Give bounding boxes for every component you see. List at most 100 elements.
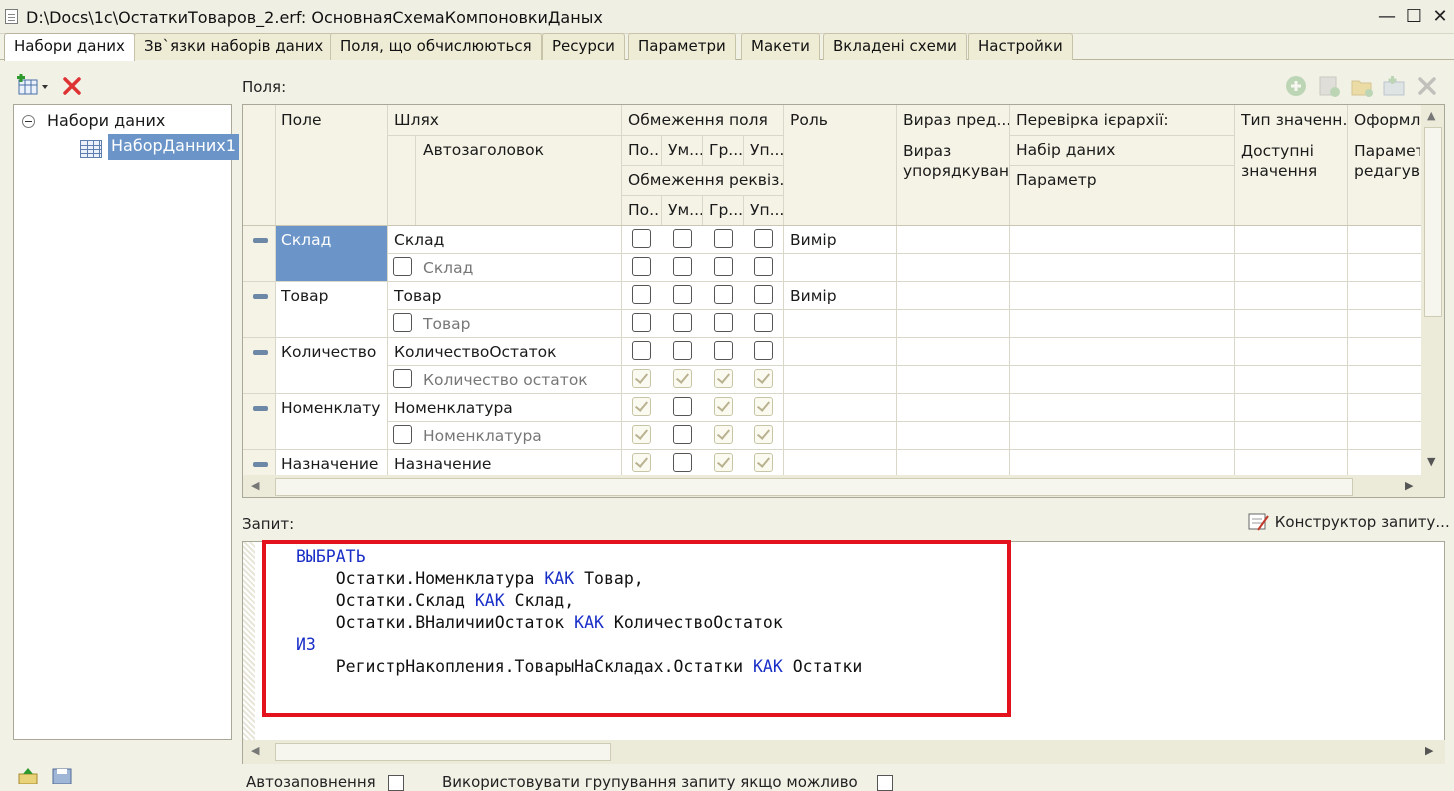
row-role[interactable]: Вимір — [790, 231, 837, 249]
autotitle-checkbox[interactable] — [393, 425, 412, 444]
col-path[interactable]: Шлях — [394, 111, 439, 129]
delete-dataset-button[interactable] — [62, 76, 82, 96]
scroll-right-icon[interactable]: ▶ — [1405, 479, 1413, 492]
restr-checkbox[interactable] — [714, 453, 733, 472]
scroll-left-icon[interactable]: ◀ — [251, 479, 259, 492]
restr-checkbox[interactable] — [754, 285, 773, 304]
col-available-values[interactable]: Доступні значення — [1241, 141, 1341, 181]
attr-restr-checkbox[interactable] — [754, 425, 773, 444]
col-parameter[interactable]: Параметр — [1016, 171, 1097, 189]
row-path[interactable]: Назначение — [394, 455, 491, 473]
col-restr-1[interactable]: По.. — [628, 141, 664, 159]
attr-restr-checkbox[interactable] — [632, 257, 651, 276]
row-field[interactable]: Номенклату — [281, 399, 385, 417]
restr-checkbox[interactable] — [632, 341, 651, 360]
scroll-left-icon[interactable]: ◀ — [251, 744, 259, 757]
col-value-type[interactable]: Тип значенн... — [1241, 111, 1347, 129]
save-icon[interactable] — [52, 768, 72, 785]
attr-restr-checkbox[interactable] — [632, 313, 651, 332]
scroll-up-icon[interactable]: ▲ — [1427, 109, 1435, 122]
use-grouping-checkbox[interactable] — [876, 774, 893, 791]
row-field[interactable]: Склад — [281, 231, 331, 249]
restr-checkbox[interactable] — [714, 285, 733, 304]
autotitle-checkbox[interactable] — [393, 257, 412, 276]
tab-parameters[interactable]: Параметри — [628, 33, 736, 60]
row-title[interactable]: Товар — [423, 315, 470, 333]
autofill-checkbox[interactable] — [388, 774, 405, 791]
attr-restr-checkbox[interactable] — [632, 425, 651, 444]
upload-icon[interactable] — [18, 768, 40, 785]
attr-restr-checkbox[interactable] — [673, 369, 692, 388]
row-field[interactable]: Товар — [281, 287, 328, 305]
attr-restr-checkbox[interactable] — [714, 425, 733, 444]
tab-resources[interactable]: Ресурси — [542, 33, 625, 60]
scroll-right-icon[interactable]: ▶ — [1425, 744, 1433, 757]
autotitle-checkbox[interactable] — [393, 369, 412, 388]
restr-checkbox[interactable] — [632, 453, 651, 472]
col-attr-restr-4[interactable]: Уп... — [750, 201, 786, 219]
attr-restr-checkbox[interactable] — [754, 257, 773, 276]
col-restr-3[interactable]: Гр... — [709, 141, 745, 159]
attr-restr-checkbox[interactable] — [754, 313, 773, 332]
col-restr-2[interactable]: Ум... — [668, 141, 704, 159]
scroll-down-icon[interactable]: ▼ — [1427, 455, 1435, 468]
col-edit-params[interactable]: Парамет редагува — [1354, 141, 1420, 181]
restr-checkbox[interactable] — [673, 341, 692, 360]
row-title[interactable]: Количество остаток — [423, 371, 588, 389]
restr-checkbox[interactable] — [714, 397, 733, 416]
col-field-restrictions[interactable]: Обмеження поля — [628, 111, 768, 129]
maximize-button[interactable]: ☐ — [1403, 6, 1425, 28]
h-scroll-thumb[interactable] — [275, 478, 1353, 496]
restr-checkbox[interactable] — [754, 229, 773, 248]
row-role[interactable]: Вимір — [790, 287, 837, 305]
row-field[interactable]: Количество — [281, 343, 376, 361]
tab-nested-schemas[interactable]: Вкладені схеми — [823, 33, 967, 60]
attr-restr-checkbox[interactable] — [673, 313, 692, 332]
tree-root-item[interactable]: Набори даних — [22, 111, 165, 130]
tab-dataset-links[interactable]: Зв`язки наборів даних — [134, 33, 334, 60]
restr-checkbox[interactable] — [632, 397, 651, 416]
add-dataset-button[interactable] — [17, 74, 51, 98]
col-attr-restr-2[interactable]: Ум... — [668, 201, 704, 219]
restr-checkbox[interactable] — [754, 453, 773, 472]
col-order-expr[interactable]: Вираз пред... — [903, 111, 1009, 129]
restr-checkbox[interactable] — [754, 397, 773, 416]
restr-checkbox[interactable] — [714, 229, 733, 248]
col-order-expr-2[interactable]: Вираз упорядкуван — [903, 141, 1009, 181]
grid-vertical-scrollbar[interactable]: ▲ ▼ — [1421, 105, 1444, 475]
attr-restr-checkbox[interactable] — [754, 369, 773, 388]
tab-datasets[interactable]: Набори даних — [4, 33, 135, 61]
row-title[interactable]: Склад — [423, 259, 473, 277]
attr-restr-checkbox[interactable] — [714, 313, 733, 332]
close-button[interactable]: ✕ — [1429, 6, 1451, 28]
col-attr-restr-3[interactable]: Гр... — [709, 201, 745, 219]
col-attr-restr-1[interactable]: По.. — [628, 201, 664, 219]
tree-item-dataset1[interactable]: НаборДанних1 — [108, 134, 239, 160]
autotitle-checkbox[interactable] — [393, 313, 412, 332]
restr-checkbox[interactable] — [673, 453, 692, 472]
restr-checkbox[interactable] — [673, 229, 692, 248]
restr-checkbox[interactable] — [673, 285, 692, 304]
row-field[interactable]: Назначение — [281, 455, 378, 473]
col-autotitle[interactable]: Автозаголовок — [423, 141, 544, 159]
row-title[interactable]: Номенклатура — [423, 427, 542, 445]
minimize-button[interactable]: — — [1376, 6, 1398, 28]
restr-checkbox[interactable] — [632, 229, 651, 248]
col-field[interactable]: Поле — [281, 111, 322, 129]
col-dataset[interactable]: Набір даних — [1016, 141, 1115, 159]
col-format[interactable]: Оформл... — [1354, 111, 1420, 129]
attr-restr-checkbox[interactable] — [673, 425, 692, 444]
col-role[interactable]: Роль — [790, 111, 828, 129]
tab-calculated-fields[interactable]: Поля, що обчислюються — [330, 33, 542, 60]
scroll-thumb[interactable] — [1424, 127, 1442, 317]
row-path[interactable]: КоличествоОстаток — [394, 343, 556, 361]
col-restr-4[interactable]: Уп... — [750, 141, 786, 159]
col-attr-restrictions[interactable]: Обмеження реквіз... — [628, 171, 784, 189]
attr-restr-checkbox[interactable] — [714, 369, 733, 388]
autofill-option[interactable]: Автозаповнення — [246, 773, 405, 791]
attr-restr-checkbox[interactable] — [714, 257, 733, 276]
editor-horizontal-scrollbar[interactable]: ◀ ▶ — [243, 740, 1445, 764]
restr-checkbox[interactable] — [754, 341, 773, 360]
query-constructor-button[interactable]: Конструктор запиту... — [1248, 512, 1450, 534]
attr-restr-checkbox[interactable] — [673, 257, 692, 276]
